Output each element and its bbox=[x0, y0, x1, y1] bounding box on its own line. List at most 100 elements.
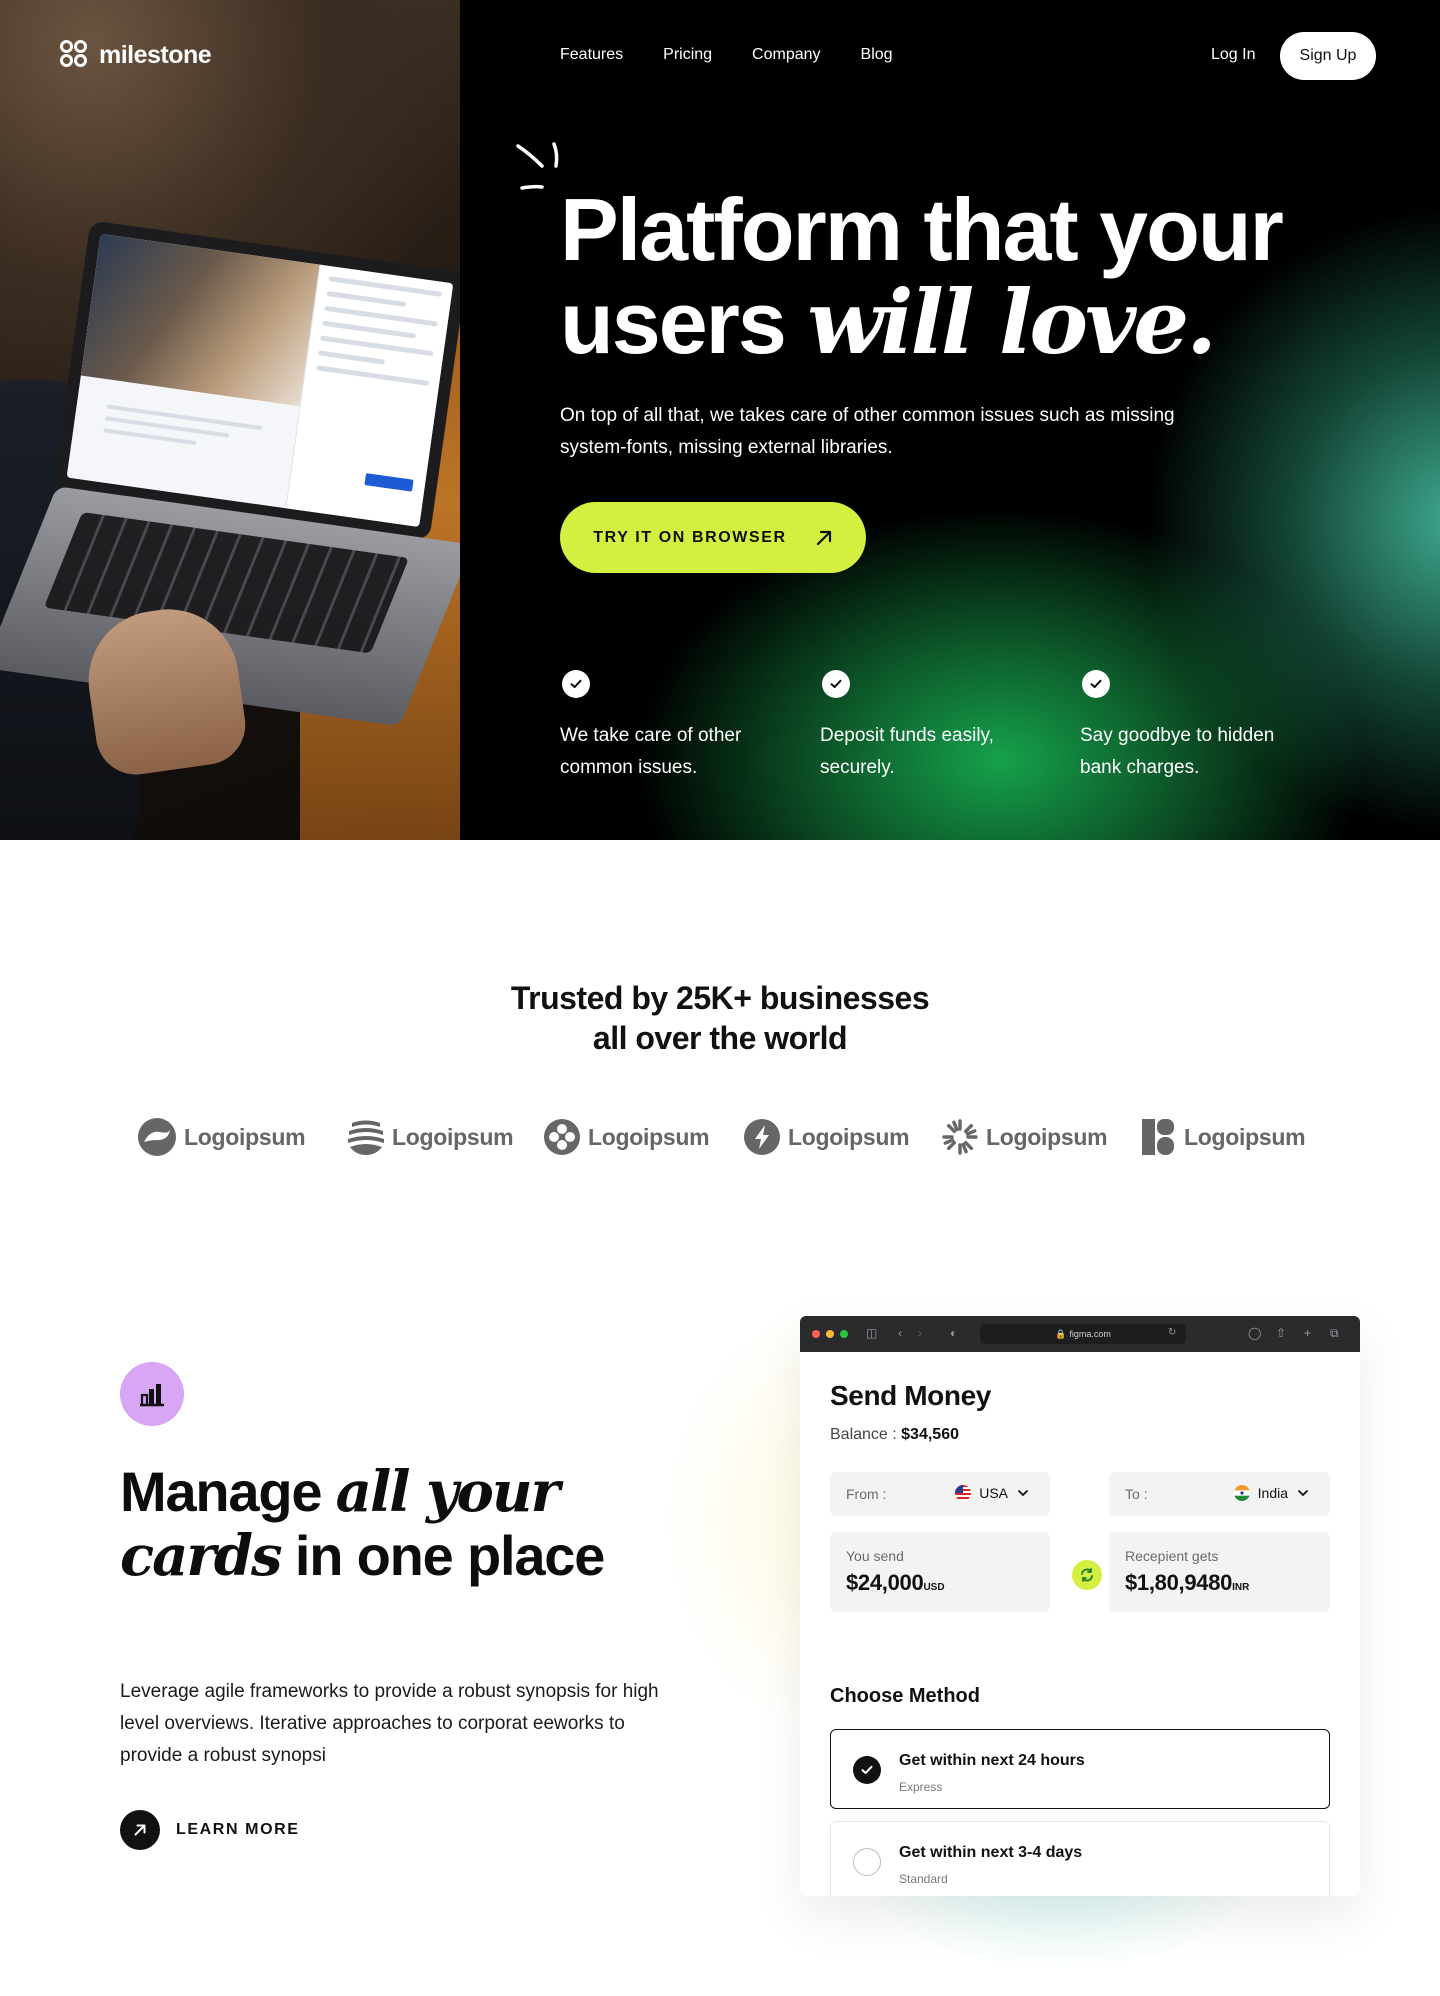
try-on-browser-button[interactable]: TRY IT ON BROWSER bbox=[560, 502, 866, 573]
manage-title-a: Manage bbox=[120, 1460, 336, 1523]
chart-badge bbox=[120, 1362, 184, 1426]
arrow-up-right-icon bbox=[120, 1810, 160, 1850]
close-dot-icon[interactable] bbox=[812, 1330, 820, 1338]
minimize-dot-icon[interactable] bbox=[826, 1330, 834, 1338]
sunburst-icon bbox=[942, 1119, 978, 1155]
hero-title-line2: users bbox=[560, 273, 808, 372]
trusted-title-line2: all over the world bbox=[592, 1020, 848, 1056]
balance-label: Balance : bbox=[830, 1426, 902, 1443]
feature-text: Say goodbye to hidden bank charges. bbox=[1080, 725, 1275, 778]
bolt-circle-icon bbox=[744, 1119, 780, 1155]
learn-more-link[interactable]: LEARN MORE bbox=[120, 1810, 300, 1850]
unchecked-radio-icon bbox=[853, 1848, 881, 1876]
method-option-standard[interactable]: Get within next 3-4 days Standard bbox=[830, 1821, 1330, 1896]
partner-logo: Logoipsum bbox=[544, 1118, 744, 1156]
sidebar-icon[interactable]: ◫ bbox=[866, 1326, 877, 1340]
hero-title: Platform that your users will love. bbox=[560, 184, 1284, 372]
partner-logo: Logoipsum bbox=[942, 1118, 1142, 1156]
hero-section: milestone Features Pricing Company Blog … bbox=[0, 0, 1440, 840]
from-value: USA bbox=[979, 1485, 1008, 1501]
check-circle-icon bbox=[1082, 670, 1110, 698]
arrow-up-right-icon bbox=[816, 530, 831, 545]
brand-logo[interactable]: milestone bbox=[60, 40, 212, 70]
nav-item-blog[interactable]: Blog bbox=[861, 46, 893, 64]
send-money-form: Send Money Balance : $34,560 From : USA … bbox=[800, 1352, 1360, 1896]
hero-feature-list: We take care of other common issues. Dep… bbox=[560, 670, 1340, 784]
forward-icon[interactable]: › bbox=[918, 1326, 922, 1340]
tabs-overview-icon[interactable]: ⧉ bbox=[1330, 1326, 1339, 1341]
signup-button[interactable]: Sign Up bbox=[1280, 32, 1376, 80]
method-option-subtitle: Express bbox=[899, 1780, 943, 1794]
to-country-select[interactable]: To : India bbox=[1109, 1472, 1330, 1516]
partner-logo-label: Logoipsum bbox=[392, 1123, 514, 1150]
partner-logo: Logoipsum bbox=[744, 1118, 942, 1156]
method-option-title: Get within next 3-4 days bbox=[899, 1844, 1083, 1861]
hero-subtitle: On top of all that, we takes care of oth… bbox=[560, 405, 1175, 458]
you-send-field[interactable]: You send $24,000USD bbox=[830, 1532, 1050, 1612]
brand-name: milestone bbox=[99, 40, 212, 69]
manage-title-c: cards bbox=[120, 1523, 283, 1589]
you-send-label: You send bbox=[846, 1548, 904, 1564]
check-circle-icon bbox=[822, 670, 850, 698]
you-send-unit: USD bbox=[923, 1582, 945, 1593]
check-circle-icon bbox=[562, 670, 590, 698]
wave-stripes-icon bbox=[348, 1120, 384, 1155]
choose-method-title: Choose Method bbox=[830, 1685, 980, 1707]
partner-logo-label: Logoipsum bbox=[588, 1123, 710, 1150]
hero-feature-item: Deposit funds easily, securely. bbox=[820, 670, 1080, 784]
browser-toolbar: ◫ ‹ › ◐ 🔒 figma.com ↻ ◯ ⇧ + ⧉ bbox=[800, 1316, 1360, 1352]
manage-title-d: in one place bbox=[280, 1524, 605, 1587]
shield-icon[interactable]: ◐ bbox=[950, 1326, 957, 1340]
partner-logo-label: Logoipsum bbox=[788, 1123, 910, 1150]
nav-item-features[interactable]: Features bbox=[560, 46, 623, 64]
nav-item-company[interactable]: Company bbox=[752, 46, 820, 64]
main-nav: Features Pricing Company Blog bbox=[560, 46, 893, 64]
partner-logo-label: Logoipsum bbox=[184, 1123, 306, 1150]
maximize-dot-icon[interactable] bbox=[840, 1330, 848, 1338]
method-option-express[interactable]: Get within next 24 hours Express bbox=[830, 1729, 1330, 1809]
hero-feature-item: We take care of other common issues. bbox=[560, 670, 820, 784]
new-tab-icon[interactable]: + bbox=[1304, 1326, 1311, 1340]
four-dots-circle-icon bbox=[544, 1119, 580, 1155]
from-label: From : bbox=[846, 1486, 887, 1502]
recipient-gets-amount: $1,80,9480 bbox=[1125, 1570, 1233, 1595]
address-text: figma.com bbox=[1069, 1329, 1111, 1339]
lock-icon: 🔒 bbox=[1055, 1328, 1067, 1339]
refresh-icon bbox=[1081, 1568, 1093, 1582]
partner-logo: Logoipsum bbox=[348, 1118, 544, 1156]
partner-logo-label: Logoipsum bbox=[1184, 1123, 1306, 1150]
back-icon[interactable]: ‹ bbox=[898, 1326, 902, 1340]
recipient-gets-label: Recepient gets bbox=[1125, 1548, 1219, 1564]
recipient-gets-field[interactable]: Recepient gets $1,80,9480INR bbox=[1109, 1532, 1330, 1612]
partner-logo: Logoipsum bbox=[138, 1118, 348, 1156]
partner-logo: Logoipsum bbox=[1142, 1118, 1322, 1156]
hero-feature-item: Say goodbye to hidden bank charges. bbox=[1080, 670, 1340, 784]
address-bar[interactable]: 🔒 figma.com bbox=[980, 1324, 1186, 1344]
download-icon[interactable]: ◯ bbox=[1248, 1326, 1261, 1340]
cta-label: TRY IT ON BROWSER bbox=[593, 528, 787, 546]
share-icon[interactable]: ⇧ bbox=[1276, 1326, 1286, 1340]
trusted-title: Trusted by 25K+ businesses all over the … bbox=[0, 978, 1440, 1058]
bar-chart-icon bbox=[140, 1384, 164, 1407]
recipient-gets-unit: INR bbox=[1232, 1582, 1250, 1593]
block-b-icon bbox=[1142, 1119, 1174, 1155]
method-option-subtitle: Standard bbox=[899, 1872, 948, 1886]
method-option-title: Get within next 24 hours bbox=[899, 1752, 1085, 1769]
learn-more-label: LEARN MORE bbox=[176, 1821, 300, 1838]
feature-text: Deposit funds easily, securely. bbox=[820, 725, 994, 778]
send-money-title: Send Money bbox=[830, 1380, 991, 1411]
swap-currency-button[interactable] bbox=[1072, 1560, 1102, 1590]
nav-item-pricing[interactable]: Pricing bbox=[663, 46, 712, 64]
checked-radio-icon bbox=[853, 1756, 881, 1784]
balance-line: Balance : $34,560 bbox=[830, 1426, 1330, 1444]
send-money-card: ◫ ‹ › ◐ 🔒 figma.com ↻ ◯ ⇧ + ⧉ Send Money… bbox=[800, 1316, 1360, 1896]
login-link[interactable]: Log In bbox=[1211, 46, 1255, 64]
reload-icon[interactable]: ↻ bbox=[1168, 1327, 1176, 1338]
from-country-select[interactable]: From : USA bbox=[830, 1472, 1050, 1516]
us-flag-icon bbox=[955, 1485, 972, 1501]
swirl-circle-icon bbox=[138, 1118, 176, 1156]
partner-logo-label: Logoipsum bbox=[986, 1123, 1108, 1150]
balance-value: $34,560 bbox=[901, 1426, 959, 1443]
manage-title-b: all your bbox=[335, 1459, 560, 1525]
chevron-down-icon bbox=[1298, 1490, 1308, 1497]
